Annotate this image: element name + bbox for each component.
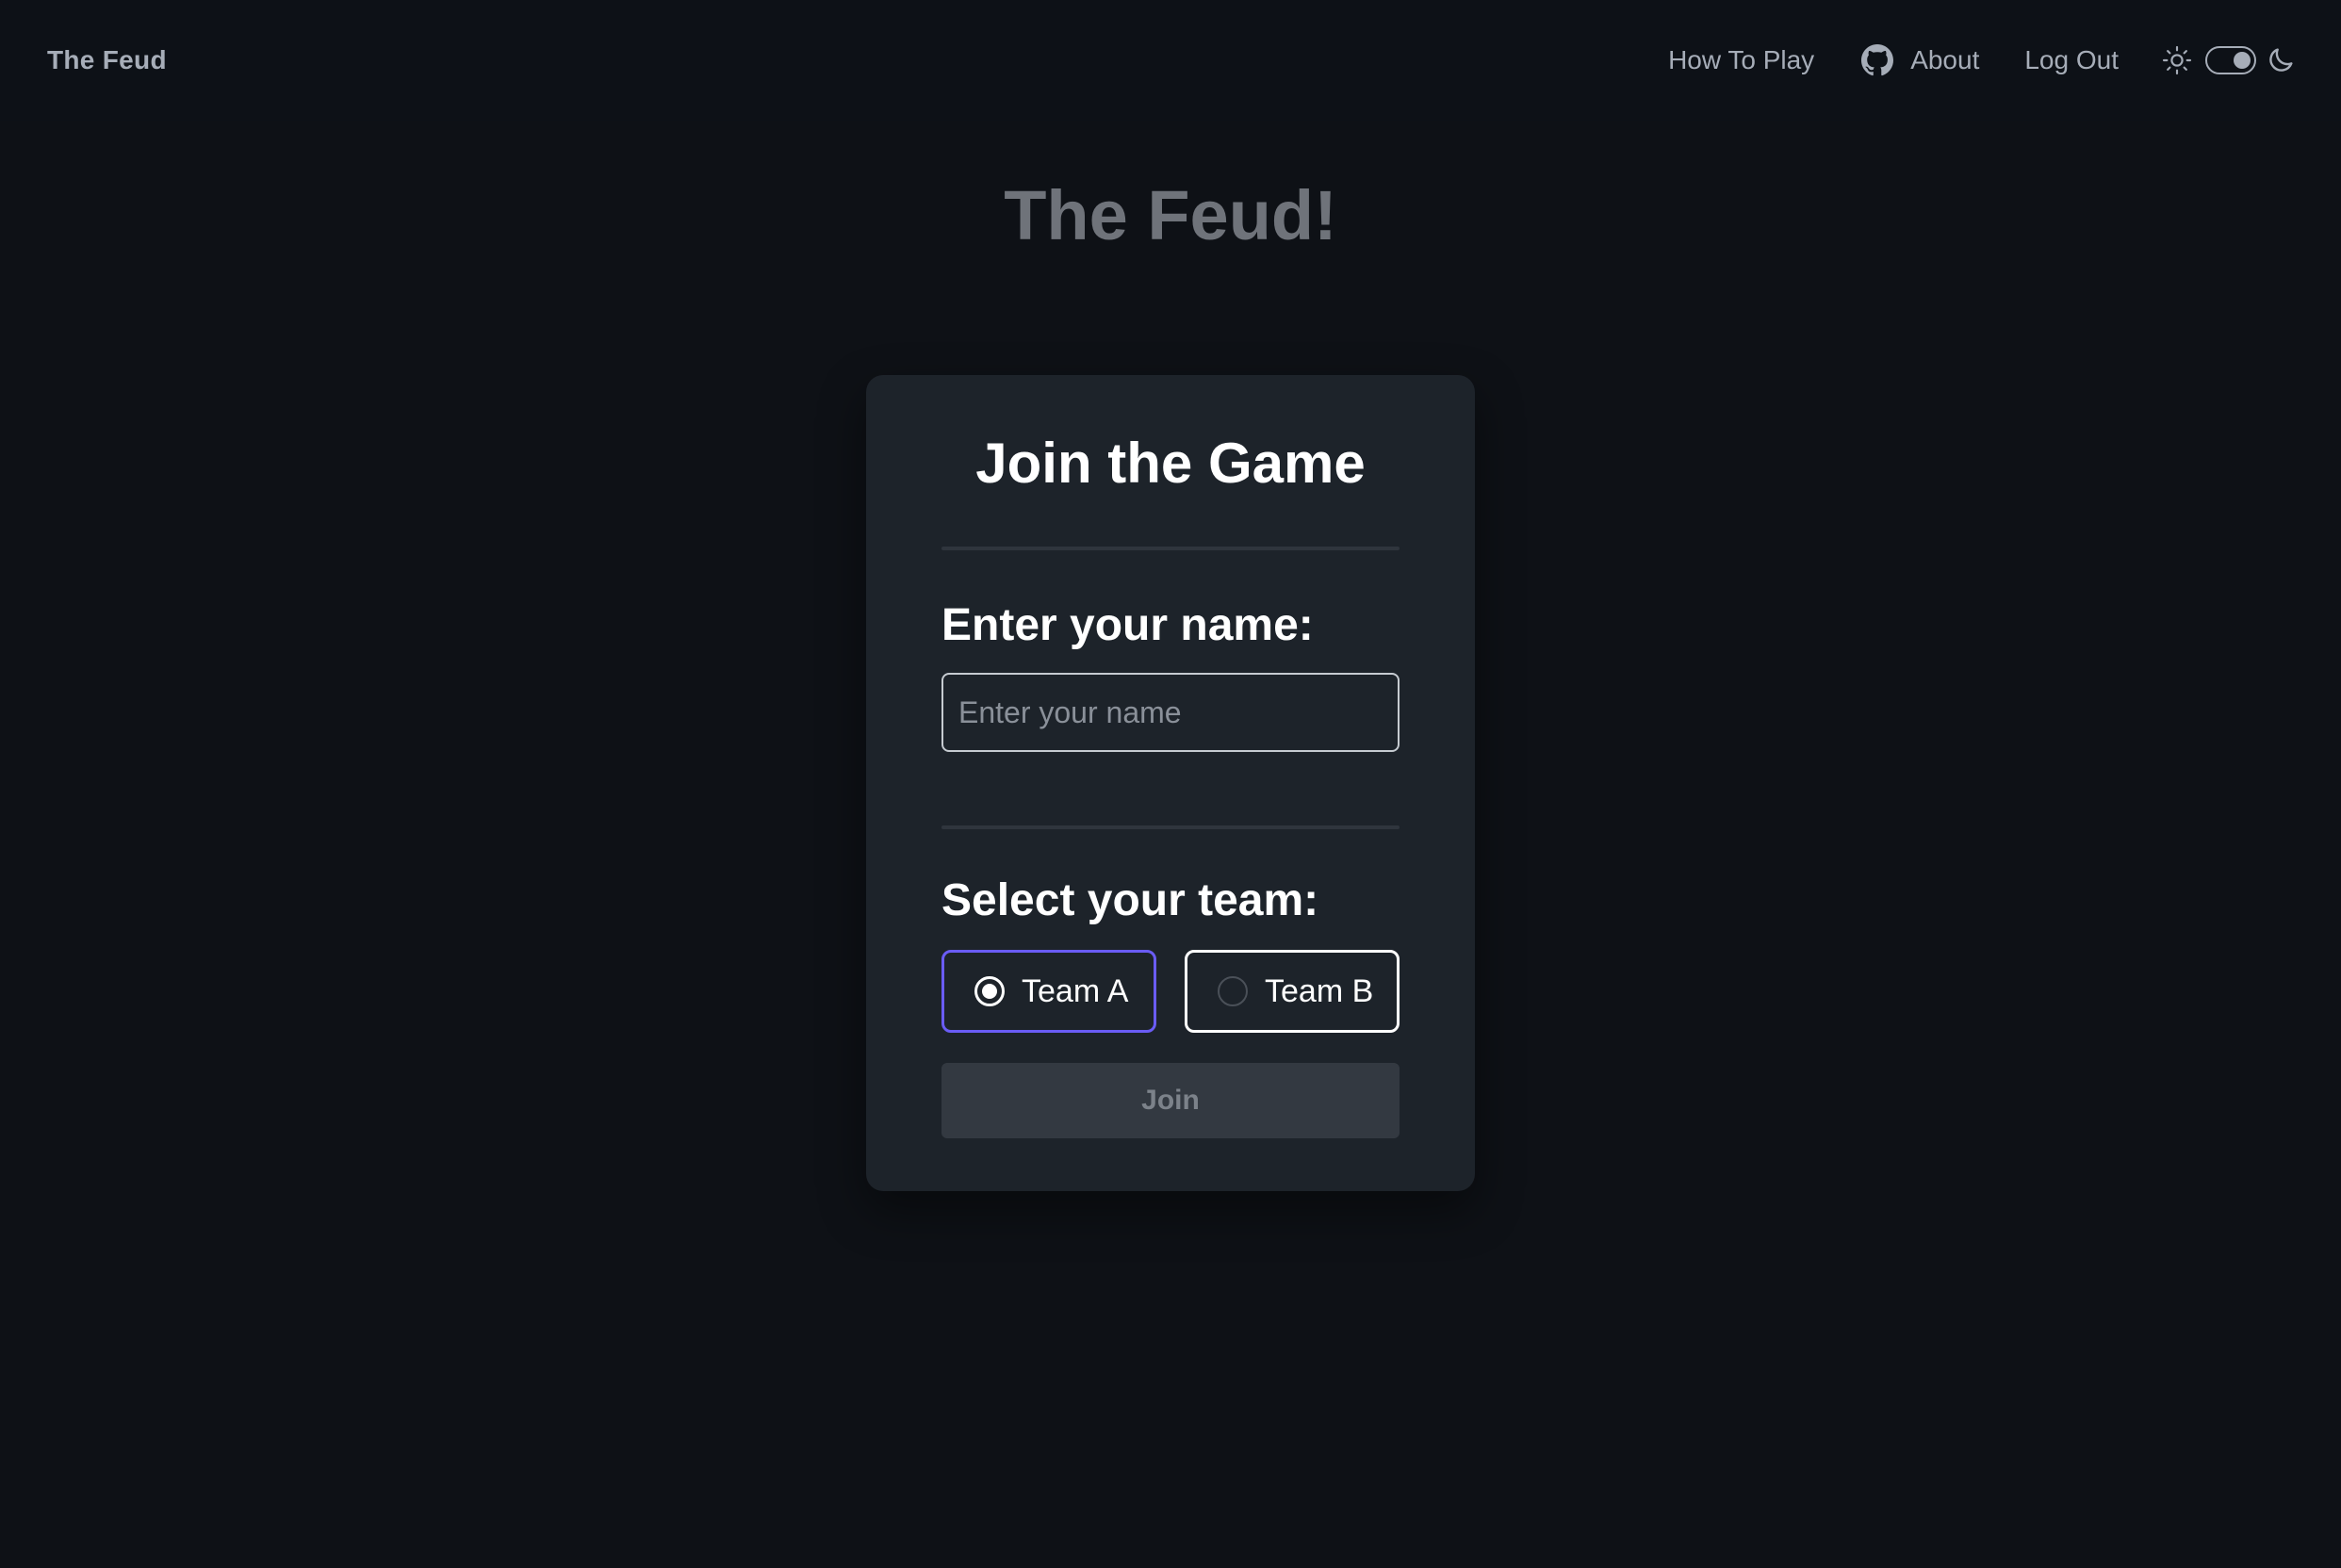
team-a-option[interactable]: Team A	[941, 950, 1156, 1033]
team-b-label: Team B	[1265, 972, 1374, 1009]
divider	[941, 547, 1400, 550]
name-label: Enter your name:	[941, 600, 1314, 650]
card-heading: Join the Game	[975, 432, 1366, 495]
github-icon	[1861, 44, 1894, 76]
join-button[interactable]: Join	[941, 1063, 1400, 1138]
logout-link[interactable]: Log Out	[2024, 45, 2119, 75]
theme-toggle[interactable]	[2205, 46, 2256, 74]
team-b-option[interactable]: Team B	[1185, 950, 1400, 1033]
team-a-label: Team A	[1022, 972, 1129, 1009]
theme-switcher	[2162, 45, 2296, 75]
page-title: The Feud!	[1004, 176, 1337, 254]
brand-link[interactable]: The Feud	[47, 45, 167, 75]
radio-selected-icon	[974, 976, 1005, 1006]
nav-links: How To Play About Log Out	[1668, 44, 2296, 76]
moon-icon	[2266, 45, 2296, 75]
about-link[interactable]: About	[1861, 44, 1979, 76]
name-input[interactable]	[941, 673, 1400, 752]
team-options: Team A Team B	[941, 950, 1400, 1033]
join-card: Join the Game Enter your name: Select yo…	[866, 375, 1475, 1191]
theme-toggle-knob	[2234, 52, 2251, 69]
sun-icon	[2162, 45, 2192, 75]
team-label: Select your team:	[941, 875, 1319, 925]
divider	[941, 825, 1400, 829]
about-link-label: About	[1910, 45, 1980, 74]
how-to-play-link[interactable]: How To Play	[1668, 45, 1814, 75]
navbar: The Feud How To Play About Log Out	[0, 0, 2341, 121]
radio-unselected-icon	[1218, 976, 1248, 1006]
